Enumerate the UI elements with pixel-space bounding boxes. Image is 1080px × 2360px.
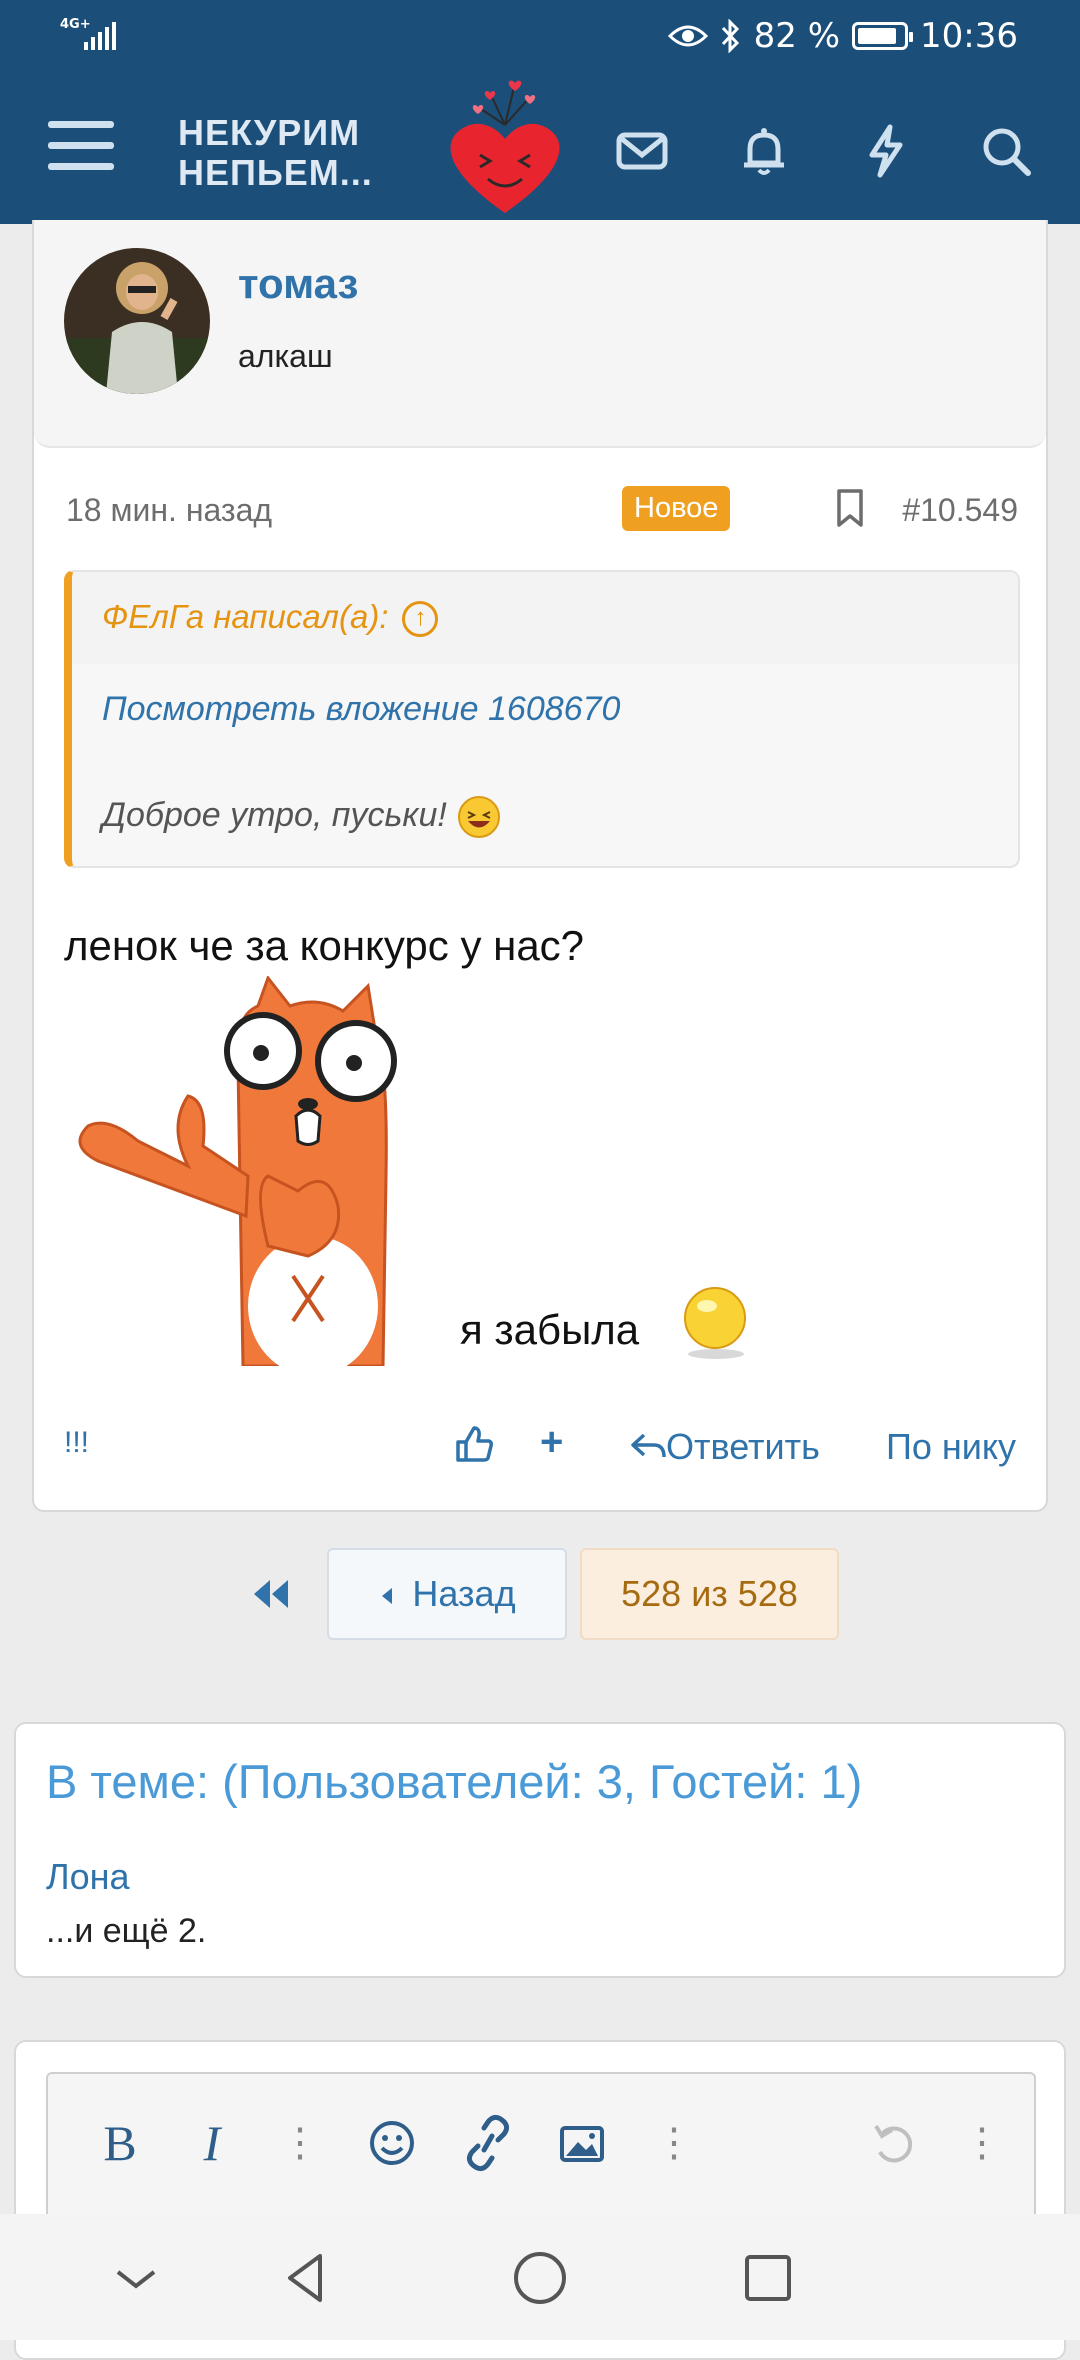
more-options-icon[interactable]: ⋮: [644, 2108, 704, 2178]
site-header: НЕКУРИМ НЕПЬЕМ...: [0, 75, 1080, 224]
system-nav-bar: [0, 2214, 1080, 2340]
post-meta: 18 мин. назад Новое #10.549: [66, 482, 1018, 534]
exclaim-button[interactable]: !!!: [64, 1426, 89, 1460]
more-vertical-icon[interactable]: ⋮: [270, 2108, 330, 2178]
new-badge: Новое: [622, 486, 731, 531]
pagination: Назад 528 из 528: [0, 1548, 1080, 1640]
quote-text: Доброе утро, пуськи!: [102, 794, 502, 840]
mail-icon[interactable]: [614, 123, 670, 179]
first-page-icon[interactable]: [248, 1574, 292, 1614]
attachment-link[interactable]: Посмотреть вложение 1608670: [102, 690, 620, 729]
brand-line-1: НЕКУРИМ: [178, 112, 361, 153]
link-icon[interactable]: [458, 2108, 518, 2178]
user-title: алкаш: [238, 338, 333, 374]
reply-button[interactable]: Ответить: [630, 1426, 820, 1468]
brand-line-2: НЕПЬЕМ...: [178, 152, 373, 193]
emoji-icon[interactable]: [362, 2108, 422, 2178]
quote-block: ФЕлГа написал(а): ↑ Посмотреть вложение 1…: [64, 570, 1020, 868]
forum-post: томаз алкаш 18 мин. назад Новое #10.549 …: [32, 220, 1048, 1512]
bluetooth-icon: [721, 19, 739, 53]
quote-text-content: Доброе утро, пуськи!: [102, 795, 447, 834]
clock: 10:36: [920, 16, 1018, 56]
italic-icon[interactable]: I: [182, 2108, 242, 2178]
post-author-block: томаз алкаш: [34, 220, 1046, 448]
post-actions: !!! + Ответить По нику: [64, 1416, 1016, 1470]
home-circle-icon[interactable]: [510, 2248, 570, 2308]
lightning-icon[interactable]: [858, 123, 914, 179]
signal-icon: [84, 22, 116, 50]
back-button[interactable]: Назад: [327, 1548, 567, 1640]
bold-icon[interactable]: B: [90, 2108, 150, 2178]
battery-icon: [852, 22, 914, 50]
site-brand[interactable]: НЕКУРИМ НЕПЬЕМ...: [178, 113, 373, 193]
by-nick-button[interactable]: По нику: [886, 1426, 1016, 1468]
viewer-user[interactable]: Лона: [46, 1856, 130, 1898]
status-bar: 4G+ 82 % 10:36: [0, 0, 1080, 75]
add-reaction-button[interactable]: +: [540, 1420, 563, 1465]
recents-square-icon[interactable]: [738, 2248, 798, 2308]
post-username[interactable]: томаз: [238, 260, 358, 308]
thread-viewers: В теме: (Пользователей: 3, Гостей: 1) Ло…: [14, 1722, 1066, 1978]
avatar[interactable]: [64, 248, 210, 394]
post-message-2: я забыла: [460, 1306, 640, 1353]
laughing-emoji-icon: [458, 796, 501, 838]
reply-label: Ответить: [666, 1426, 820, 1467]
arrow-up-circle-icon[interactable]: ↑: [402, 601, 439, 638]
post-message: ленок че за конкурс у нас?: [64, 922, 585, 969]
viewers-more: ...и ещё 2.: [46, 1912, 207, 1950]
battery-percent: 82 %: [753, 16, 841, 56]
quote-author[interactable]: ФЕлГа написал(а):: [102, 598, 388, 635]
bell-icon[interactable]: [736, 123, 792, 179]
quote-header[interactable]: ФЕлГа написал(а): ↑: [72, 572, 1018, 664]
smiley-emoji-icon: [684, 1287, 746, 1359]
post-time[interactable]: 18 мин. назад: [66, 492, 272, 529]
back-triangle-icon[interactable]: [278, 2248, 338, 2308]
page-indicator[interactable]: 528 из 528: [580, 1548, 839, 1640]
editor-toolbar: B I ⋮ ⋮ ⋮: [48, 2108, 1034, 2188]
eye-icon: [667, 25, 708, 47]
undo-icon[interactable]: [864, 2108, 924, 2178]
editor-menu-icon[interactable]: ⋮: [952, 2108, 1012, 2178]
search-icon[interactable]: [978, 123, 1034, 179]
chevron-down-icon[interactable]: [106, 2248, 166, 2308]
menu-icon[interactable]: [48, 121, 114, 177]
heart-logo-icon[interactable]: [430, 75, 580, 220]
viewers-title[interactable]: В теме: (Пользователей: 3, Гостей: 1): [46, 1754, 862, 1809]
back-label: Назад: [412, 1573, 516, 1614]
reply-arrow-icon: [631, 1433, 666, 1458]
post-number[interactable]: #10.549: [902, 492, 1018, 529]
caret-left-icon: [382, 1588, 393, 1604]
bookmark-icon[interactable]: [834, 488, 866, 528]
thumbs-up-icon[interactable]: [454, 1424, 494, 1464]
image-icon[interactable]: [552, 2108, 612, 2178]
cat-sticker-image: [78, 976, 397, 1366]
